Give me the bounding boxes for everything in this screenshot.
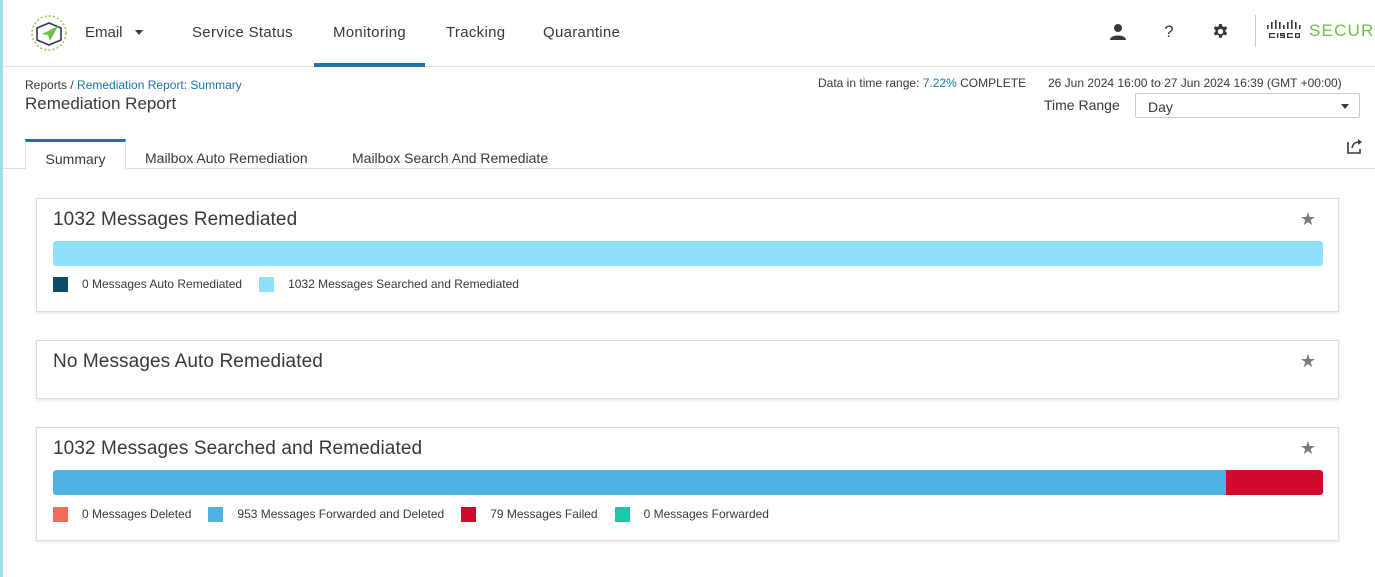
legend: 0 Messages Deleted 953 Messages Forwarde… (53, 506, 786, 522)
nav-divider (1255, 15, 1256, 47)
searched-remediated-bar (53, 470, 1323, 495)
breadcrumb-current[interactable]: Remediation Report: Summary (77, 78, 242, 92)
tab-summary[interactable]: Summary (25, 139, 126, 170)
nav-tracking[interactable]: Tracking (446, 0, 505, 67)
legend-item[interactable]: 953 Messages Forwarded and Deleted (208, 506, 445, 522)
legend-label: 0 Messages Forwarded (643, 507, 769, 521)
legend-swatch (53, 276, 68, 292)
legend-label: 953 Messages Forwarded and Deleted (237, 507, 445, 521)
app-logo-icon[interactable] (30, 14, 68, 52)
legend-item[interactable]: 0 Messages Forwarded (614, 506, 769, 522)
legend-label: 0 Messages Deleted (82, 507, 192, 521)
breadcrumb: Reports / Remediation Report: Summary (25, 78, 242, 92)
remediated-summary-card: 1032 Messages Remediated ★ 0 Messages Au… (36, 198, 1339, 312)
dtr-status: COMPLETE (960, 76, 1027, 90)
time-range-select[interactable]: Day (1135, 93, 1360, 118)
card-title: 1032 Messages Remediated (53, 209, 298, 230)
tab-mailbox-search-and-remediate[interactable]: Mailbox Search And Remediate (352, 139, 548, 169)
legend-swatch (208, 506, 224, 522)
dtr-label: Data in time range: (818, 76, 920, 90)
chevron-down-icon (134, 30, 143, 35)
bar-segment[interactable] (53, 241, 1323, 266)
legend-swatch (614, 506, 630, 522)
legend-swatch (53, 506, 68, 522)
legend-swatch (461, 506, 477, 522)
legend-item[interactable]: 0 Messages Auto Remediated (53, 276, 243, 292)
legend: 0 Messages Auto Remediated 1032 Messages… (53, 276, 536, 292)
legend-swatch (259, 276, 275, 292)
help-icon[interactable]: ? (1157, 20, 1181, 44)
user-icon[interactable] (1106, 20, 1130, 44)
export-icon[interactable] (1346, 137, 1364, 155)
card-title: 1032 Messages Searched and Remediated (53, 438, 423, 459)
auto-remediated-card: No Messages Auto Remediated ★ (36, 340, 1339, 399)
gear-icon[interactable] (1208, 20, 1232, 44)
time-range-label: Time Range (1044, 97, 1120, 113)
date-range-text: 26 Jun 2024 16:00 to 27 Jun 2024 16:39 (… (1048, 76, 1342, 90)
legend-item[interactable]: 1032 Messages Searched and Remediated (259, 276, 519, 292)
chevron-down-icon (1341, 104, 1349, 109)
data-in-time-range: Data in time range: 7.22% COMPLETE (818, 76, 1026, 90)
brand-secure-label: SECURE (1309, 21, 1375, 40)
nav-monitoring[interactable]: Monitoring (313, 0, 426, 67)
nav-service-status[interactable]: Service Status (192, 0, 293, 67)
product-label: Email (85, 24, 123, 41)
dtr-percent[interactable]: 7.22% (923, 76, 957, 90)
remediated-bar (53, 241, 1323, 266)
searched-remediated-card: 1032 Messages Searched and Remediated ★ … (36, 427, 1339, 541)
bar-segment[interactable] (53, 470, 1226, 495)
nav-quarantine[interactable]: Quarantine (543, 0, 620, 67)
card-title: No Messages Auto Remediated (53, 351, 323, 372)
breadcrumb-root[interactable]: Reports / (25, 78, 74, 92)
product-switcher[interactable]: Email (85, 24, 143, 41)
top-navigation: Email Service Status Monitoring Tracking… (3, 0, 1375, 67)
legend-label: 0 Messages Auto Remediated (82, 277, 243, 291)
report-tabs: Summary Mailbox Auto Remediation Mailbox… (3, 139, 1375, 170)
tab-mailbox-auto-remediation[interactable]: Mailbox Auto Remediation (145, 139, 308, 169)
bar-segment[interactable] (1225, 470, 1323, 495)
legend-label: 79 Messages Failed (490, 507, 598, 521)
legend-item[interactable]: 79 Messages Failed (461, 506, 598, 522)
page-title: Remediation Report (25, 94, 177, 113)
star-icon[interactable]: ★ (1300, 351, 1316, 372)
cisco-logo-icon (1267, 20, 1301, 38)
legend-item[interactable]: 0 Messages Deleted (53, 506, 192, 522)
legend-label: 1032 Messages Searched and Remediated (288, 277, 519, 291)
star-icon[interactable]: ★ (1300, 209, 1316, 230)
time-range-value: Day (1148, 99, 1173, 115)
star-icon[interactable]: ★ (1300, 438, 1316, 459)
